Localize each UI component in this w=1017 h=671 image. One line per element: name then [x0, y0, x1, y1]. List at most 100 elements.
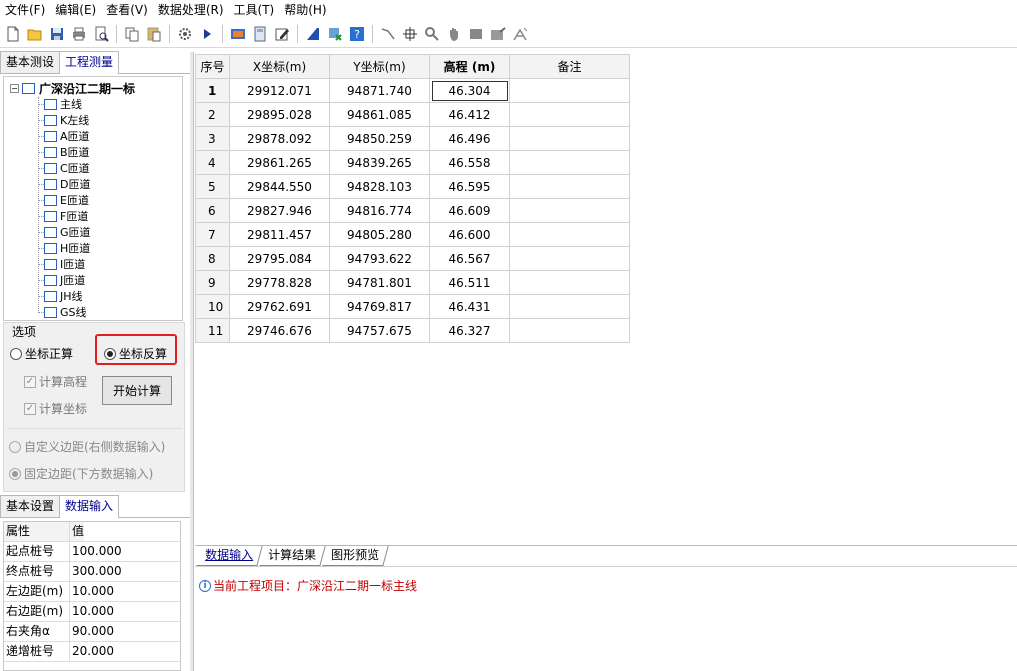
- row-index[interactable]: 1: [195, 78, 230, 103]
- crosshair-icon[interactable]: [400, 24, 420, 44]
- measure-tool-icon[interactable]: [510, 24, 530, 44]
- rectangle-tool-icon[interactable]: [466, 24, 486, 44]
- y-coordinate-cell[interactable]: 94769.817: [329, 294, 430, 319]
- x-coordinate-cell[interactable]: 29746.676: [229, 318, 330, 343]
- tree-item[interactable]: GS线: [44, 304, 87, 320]
- elevation-cell[interactable]: 46.595: [429, 174, 510, 199]
- col-x-header[interactable]: X坐标(m): [229, 54, 330, 79]
- tree-item[interactable]: D匝道: [44, 176, 90, 192]
- print-icon[interactable]: [69, 24, 89, 44]
- remark-cell[interactable]: [509, 150, 630, 175]
- save-icon[interactable]: [47, 24, 67, 44]
- tree-item[interactable]: E匝道: [44, 192, 89, 208]
- property-value[interactable]: 300.000: [70, 562, 122, 581]
- run-play-icon[interactable]: [197, 24, 217, 44]
- row-index[interactable]: 10: [195, 294, 230, 319]
- row-index[interactable]: 8: [195, 246, 230, 271]
- edit-icon[interactable]: [272, 24, 292, 44]
- x-coordinate-cell[interactable]: 29861.265: [229, 150, 330, 175]
- tree-item[interactable]: 主线: [44, 96, 82, 112]
- elevation-cell[interactable]: 46.558: [429, 150, 510, 175]
- elevation-cell[interactable]: 46.600: [429, 222, 510, 247]
- print-preview-icon[interactable]: [91, 24, 111, 44]
- zoom-icon[interactable]: [422, 24, 442, 44]
- y-coordinate-cell[interactable]: 94781.801: [329, 270, 430, 295]
- row-index[interactable]: 9: [195, 270, 230, 295]
- y-coordinate-cell[interactable]: 94839.265: [329, 150, 430, 175]
- y-coordinate-cell[interactable]: 94757.675: [329, 318, 430, 343]
- splitter[interactable]: [190, 52, 194, 671]
- remark-cell[interactable]: [509, 270, 630, 295]
- remark-cell[interactable]: [509, 102, 630, 127]
- start-calc-button[interactable]: 开始计算: [102, 376, 172, 405]
- checkbox-calc-elevation[interactable]: ✓ 计算高程: [24, 373, 87, 390]
- y-coordinate-cell[interactable]: 94828.103: [329, 174, 430, 199]
- tree-item[interactable]: B匝道: [44, 144, 90, 160]
- tree-item[interactable]: J匝道: [44, 272, 85, 288]
- checkbox-calc-coord[interactable]: ✓ 计算坐标: [24, 400, 87, 417]
- help-icon[interactable]: ?: [347, 24, 367, 44]
- calculator-icon[interactable]: [250, 24, 270, 44]
- y-coordinate-cell[interactable]: 94805.280: [329, 222, 430, 247]
- y-coordinate-cell[interactable]: 94850.259: [329, 126, 430, 151]
- x-coordinate-cell[interactable]: 29844.550: [229, 174, 330, 199]
- radio-custom-margin[interactable]: 自定义边距(右侧数据输入): [9, 438, 165, 455]
- x-coordinate-cell[interactable]: 29811.457: [229, 222, 330, 247]
- remark-cell[interactable]: [509, 246, 630, 271]
- y-coordinate-cell[interactable]: 94793.622: [329, 246, 430, 271]
- remark-cell[interactable]: [509, 318, 630, 343]
- property-value[interactable]: 20.000: [70, 642, 114, 661]
- tab-engineering-survey[interactable]: 工程测量: [59, 51, 120, 74]
- row-index[interactable]: 5: [195, 174, 230, 199]
- tree-item[interactable]: H匝道: [44, 240, 90, 256]
- grid-tool-icon[interactable]: [325, 24, 345, 44]
- row-index[interactable]: 4: [195, 150, 230, 175]
- col-y-header[interactable]: Y坐标(m): [329, 54, 430, 79]
- road-design-icon[interactable]: [303, 24, 323, 44]
- elevation-cell[interactable]: 46.304: [429, 78, 510, 103]
- y-coordinate-cell[interactable]: 94871.740: [329, 78, 430, 103]
- elevation-cell[interactable]: 46.496: [429, 126, 510, 151]
- remark-cell[interactable]: [509, 78, 630, 103]
- settings-gear-icon[interactable]: [175, 24, 195, 44]
- row-index[interactable]: 2: [195, 102, 230, 127]
- remark-cell[interactable]: [509, 294, 630, 319]
- new-file-icon[interactable]: [3, 24, 23, 44]
- radio-forward-calc[interactable]: 坐标正算: [10, 345, 73, 362]
- row-index[interactable]: 3: [195, 126, 230, 151]
- image-export-icon[interactable]: [228, 24, 248, 44]
- menu-file[interactable]: 文件(F): [0, 0, 50, 20]
- x-coordinate-cell[interactable]: 29895.028: [229, 102, 330, 127]
- remark-cell[interactable]: [509, 222, 630, 247]
- y-coordinate-cell[interactable]: 94861.085: [329, 102, 430, 127]
- elevation-cell[interactable]: 46.511: [429, 270, 510, 295]
- tab-basic-survey[interactable]: 基本测设: [0, 51, 61, 73]
- tab-basic-settings[interactable]: 基本设置: [0, 495, 61, 517]
- col-remark-header[interactable]: 备注: [509, 54, 630, 79]
- tree-item[interactable]: F匝道: [44, 208, 88, 224]
- tab-data-input[interactable]: 数据输入: [59, 495, 120, 518]
- x-coordinate-cell[interactable]: 29827.946: [229, 198, 330, 223]
- remark-cell[interactable]: [509, 126, 630, 151]
- x-coordinate-cell[interactable]: 29878.092: [229, 126, 330, 151]
- pan-hand-icon[interactable]: [444, 24, 464, 44]
- menu-view[interactable]: 查看(V): [101, 0, 153, 20]
- tree-item[interactable]: A匝道: [44, 128, 90, 144]
- property-value[interactable]: 10.000: [70, 602, 114, 621]
- copy-icon[interactable]: [122, 24, 142, 44]
- property-value[interactable]: 10.000: [70, 582, 114, 601]
- menu-help[interactable]: 帮助(H): [279, 0, 331, 20]
- elevation-cell[interactable]: 46.567: [429, 246, 510, 271]
- x-coordinate-cell[interactable]: 29762.691: [229, 294, 330, 319]
- x-coordinate-cell[interactable]: 29795.084: [229, 246, 330, 271]
- property-value[interactable]: 90.000: [70, 622, 114, 641]
- radio-inverse-calc[interactable]: 坐标反算: [104, 345, 167, 362]
- elevation-cell[interactable]: 46.327: [429, 318, 510, 343]
- menu-tools[interactable]: 工具(T): [229, 0, 280, 20]
- row-index[interactable]: 7: [195, 222, 230, 247]
- row-index[interactable]: 6: [195, 198, 230, 223]
- menu-data-processing[interactable]: 数据处理(R): [153, 0, 229, 20]
- row-index[interactable]: 11: [195, 318, 230, 343]
- open-folder-icon[interactable]: [25, 24, 45, 44]
- remark-cell[interactable]: [509, 198, 630, 223]
